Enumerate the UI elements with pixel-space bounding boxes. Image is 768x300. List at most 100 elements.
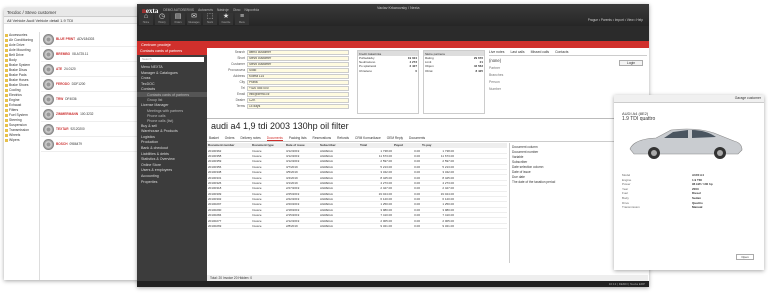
- menu-item[interactable]: DEMO AUTOSERVIS: [163, 8, 194, 12]
- status-bar: 16:13 | DEMO | Nexta ERP: [137, 281, 649, 287]
- table-cell: 20100309: [208, 191, 222, 196]
- menu-item[interactable]: Okno: [233, 8, 241, 12]
- product-code: DF4036: [65, 97, 77, 101]
- form-field[interactable]: info@demo.cz: [247, 92, 349, 97]
- table-cell: 20100284: [208, 213, 222, 218]
- folder-icon: [5, 128, 8, 132]
- table-cell: Invoice: [252, 224, 262, 229]
- form-row: Dealer CZK: [209, 98, 349, 103]
- column-header[interactable]: To pay: [421, 143, 455, 147]
- contact-tab[interactable]: Last calls: [510, 50, 524, 55]
- table-cell: 3 980.00: [380, 207, 392, 212]
- document-tab[interactable]: Delivery notes: [241, 136, 261, 141]
- document-tab[interactable]: Refunds: [337, 136, 349, 141]
- form-field[interactable]: +420 555 000: [247, 86, 349, 91]
- document-tab[interactable]: CRM Komunikace: [355, 136, 381, 141]
- contact-tab[interactable]: Missed calls: [531, 50, 549, 55]
- search-bar[interactable]: audi a4 1,9 tdi 2003 130hp oil filter: [207, 118, 648, 134]
- tree-item-label: Air Conditioning: [9, 38, 33, 42]
- column-header[interactable]: Document number: [207, 143, 251, 147]
- table-cell: Invoice: [252, 191, 262, 196]
- form-field[interactable]: demo customer: [247, 50, 349, 55]
- column-header[interactable]: Total: [359, 143, 393, 147]
- form-field[interactable]: Stevo customer: [247, 56, 349, 61]
- document-tab[interactable]: OEM Reply: [387, 136, 403, 141]
- table-cell: AGREGA: [320, 153, 333, 158]
- form-field[interactable]: Sídlo: [247, 68, 349, 73]
- sidebar-search-input[interactable]: Search: [140, 57, 204, 62]
- form-label: Dealer: [235, 98, 245, 102]
- form-field[interactable]: Praha: [247, 80, 349, 85]
- tree-item-label: Transmission: [9, 128, 30, 132]
- table-cell: 0.00: [414, 164, 420, 169]
- open-button[interactable]: Open: [736, 254, 754, 260]
- document-tab[interactable]: Documents: [409, 136, 425, 141]
- spec-row: Transmission Manual: [622, 205, 757, 210]
- toolbar-button[interactable]: ★ Favorite: [219, 13, 233, 25]
- tree-item-label: Cooling: [9, 88, 21, 92]
- folder-icon: [5, 123, 8, 127]
- tree-item[interactable]: Wipers: [5, 138, 38, 143]
- column-header[interactable]: Date of issue: [285, 143, 319, 147]
- toolbar-button[interactable]: ≡ Menu: [235, 13, 249, 25]
- table-cell: 0.00: [414, 202, 420, 207]
- table-cell: 0.00: [414, 213, 420, 218]
- folder-icon: [5, 63, 8, 67]
- table-cell: Invoice: [252, 207, 262, 212]
- product-code: ADV184303: [77, 37, 95, 41]
- toolbar-label: Home: [142, 21, 150, 24]
- form-field[interactable]: CZK: [247, 98, 349, 103]
- table-cell: 6 120.00: [380, 197, 392, 202]
- table-cell: 3/1/2019: [286, 180, 298, 185]
- table-cell: 20100331: [208, 175, 222, 180]
- document-tab[interactable]: Documents: [266, 136, 283, 141]
- menu-item[interactable]: Nápověda: [244, 8, 259, 12]
- form-row: Terms 14 days: [209, 104, 349, 109]
- toolbar-button[interactable]: ⬚ Stock: [203, 13, 217, 25]
- column-header[interactable]: Document type: [251, 143, 285, 147]
- table-cell: 2/18/2019: [286, 207, 300, 212]
- product-code: DDF1200: [71, 82, 86, 86]
- brake-disc-image: [43, 78, 54, 90]
- form-field[interactable]: Stevo customer: [247, 62, 349, 67]
- table-row[interactable]: 20100269 Invoice 2/8/2019 AGREGA 9 321.00 0.0…: [207, 224, 507, 230]
- table-cell: 2/22/2019: [286, 197, 300, 202]
- toolbar-button[interactable]: ⌂ Home: [139, 13, 153, 25]
- table-cell: 0.00: [414, 159, 420, 164]
- document-tab[interactable]: Orders: [225, 136, 235, 141]
- table-cell: 0.00: [414, 180, 420, 185]
- document-tab[interactable]: Reservations: [313, 136, 332, 141]
- toolbar-label: Favorite: [221, 21, 231, 24]
- table-cell: 19 024.00: [440, 191, 454, 196]
- contact-tab[interactable]: Live notes: [489, 50, 504, 55]
- table-cell: 2/15/2019: [286, 213, 300, 218]
- product-brand: TRW: [56, 97, 64, 101]
- table-cell: 3/12/2019: [286, 159, 300, 164]
- menu-item[interactable]: Nástroje: [217, 8, 229, 12]
- toolbar-label: History: [158, 21, 166, 24]
- column-header[interactable]: Subscriber: [319, 143, 359, 147]
- score-panel: Skóre partnera Rating 29 676 Limit 21 Objem 42…: [423, 50, 485, 114]
- table-cell: AGREGA: [320, 148, 333, 153]
- product-brand: ZIMMERMANN: [56, 112, 79, 116]
- table-cell: 9 321.00: [380, 224, 392, 229]
- login-button[interactable]: Login: [619, 60, 643, 66]
- top-right-menu[interactable]: Prague • Parents • Import • View • Help: [588, 18, 643, 22]
- contact-tab[interactable]: Contacts: [555, 50, 568, 55]
- toolbar-button[interactable]: ▤ Orders: [171, 13, 185, 25]
- sidebar-item[interactable]: Properties: [137, 179, 207, 185]
- vehicle-header[interactable]: Garage customer: [614, 95, 764, 103]
- table-cell: 2/12/2019: [286, 218, 300, 223]
- table-cell: 0.00: [414, 191, 420, 196]
- form-field[interactable]: 14 days: [247, 104, 349, 109]
- document-tab[interactable]: Basket: [209, 136, 219, 141]
- toolbar-button[interactable]: ✉ Messages: [187, 13, 201, 25]
- document-tab[interactable]: Packing lists: [289, 136, 307, 141]
- table-cell: AGREGA: [320, 159, 333, 164]
- menu-item[interactable]: Autoservis: [198, 8, 213, 12]
- table-cell: 3/12/2019: [286, 153, 300, 158]
- form-field[interactable]: Kolmá 114: [247, 74, 349, 79]
- column-header[interactable]: Payed: [393, 143, 421, 147]
- toolbar-button[interactable]: ◷ History: [155, 13, 169, 25]
- section-title: Centrum prodeje: [137, 41, 649, 48]
